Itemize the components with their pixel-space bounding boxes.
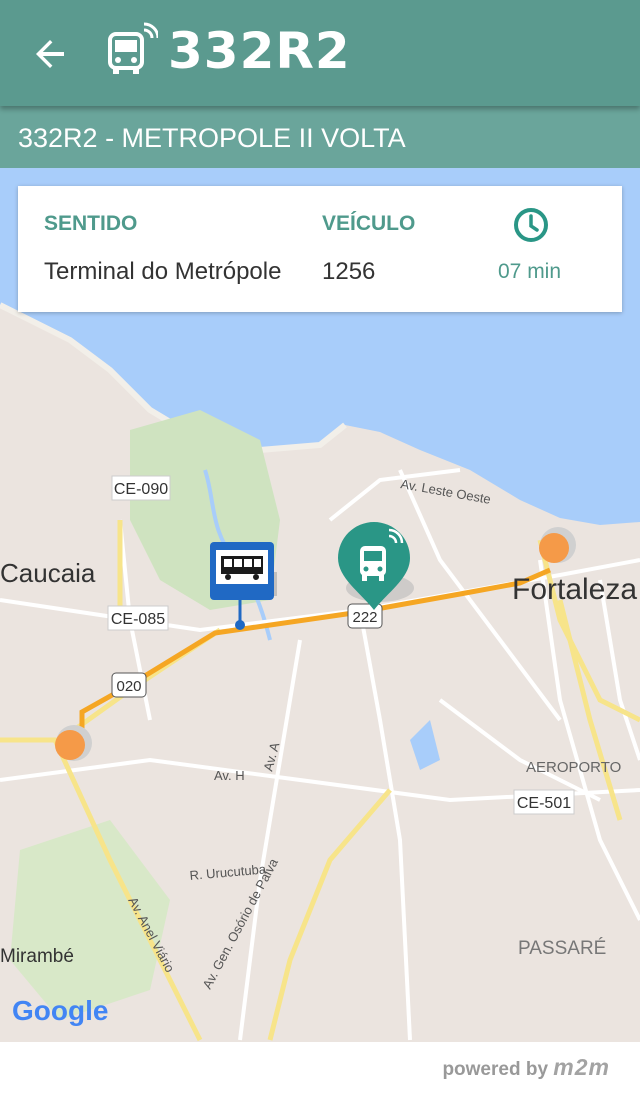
map-label-ce085: CE-085 (111, 611, 165, 628)
map-label-fortaleza: Fortaleza (512, 573, 637, 606)
bus-signal-icon (108, 22, 158, 74)
app-bar: 332R2 (0, 0, 640, 106)
eta-value: 07 min (498, 260, 562, 283)
map-label-caucaia: Caucaia (0, 558, 96, 588)
powered-by: powered by m2m (442, 1054, 610, 1081)
footer: powered by m2m (0, 1042, 640, 1096)
arrow-back-icon[interactable] (26, 30, 74, 78)
route-name: 332R2 - METROPOLE II VOLTA (18, 123, 406, 153)
clock-icon (514, 208, 548, 242)
veiculo-label: VEÍCULO (322, 212, 416, 235)
page-title: 332R2 (168, 22, 351, 80)
info-card: SENTIDO Terminal do Metrópole VEÍCULO 12… (18, 186, 622, 312)
map-label-222: 222 (352, 609, 377, 626)
map-label-ce090: CE-090 (114, 481, 168, 498)
map-label-020: 020 (116, 678, 141, 695)
map-label-mirambe: Mirambé (0, 946, 74, 967)
map-label-av-h: Av. H (214, 768, 245, 783)
map-label-aeroporto: AEROPORTO (526, 759, 621, 776)
powered-by-label: powered by (442, 1059, 549, 1080)
map-label-passare: PASSARÉ (518, 938, 606, 959)
route-start-marker[interactable] (55, 730, 85, 760)
sentido-value: Terminal do Metrópole (44, 258, 282, 285)
veiculo-value: 1256 (322, 258, 376, 285)
route-end-marker[interactable] (539, 533, 569, 563)
route-bar: 332R2 - METROPOLE II VOLTA (0, 106, 640, 168)
map-label-ce501: CE-501 (517, 795, 571, 812)
google-logo: Google (12, 995, 108, 1026)
sentido-label: SENTIDO (44, 212, 138, 235)
m2m-logo: m2m (553, 1054, 610, 1080)
